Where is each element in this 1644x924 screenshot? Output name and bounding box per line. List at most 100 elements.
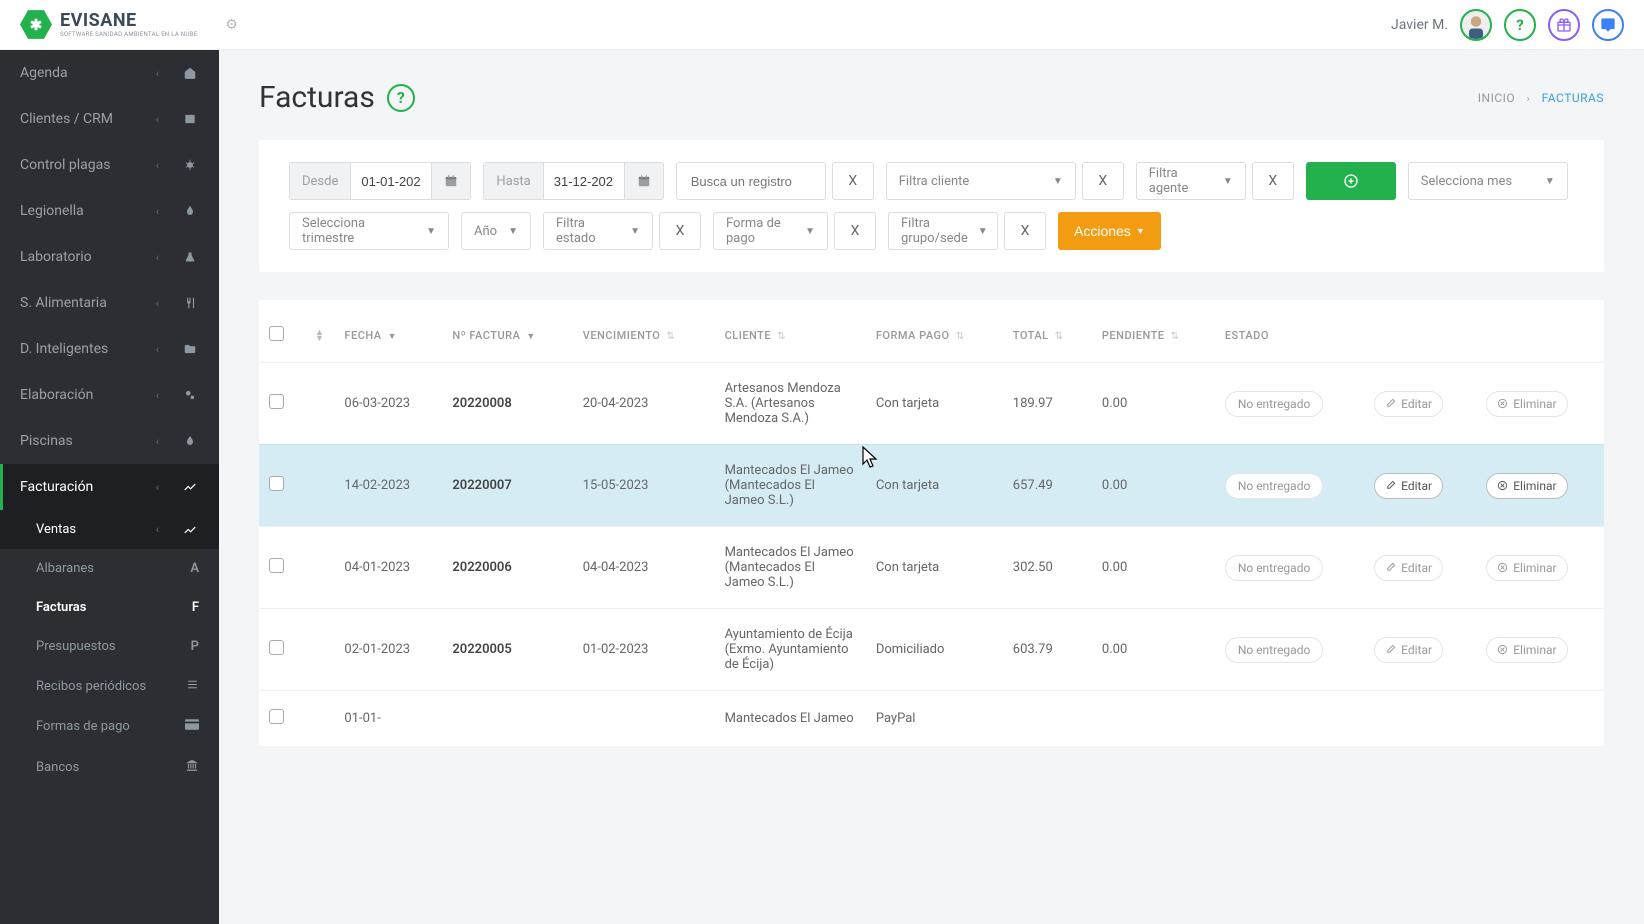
cell-num: 20220008 <box>442 363 572 445</box>
user-avatar[interactable] <box>1460 9 1492 41</box>
col-pendiente[interactable]: PENDIENTE <box>1092 308 1215 363</box>
filter-cliente-dropdown[interactable]: Filtra cliente ▼ <box>886 162 1076 200</box>
col-fecha[interactable]: FECHA <box>334 308 442 363</box>
row-checkbox[interactable] <box>269 558 284 573</box>
help-icon[interactable]: ? <box>1504 9 1536 41</box>
cell-cliente: Mantecados El Jameo <box>715 691 866 747</box>
cell-pago: Con tarjeta <box>866 527 1003 609</box>
cell-pend: 0.00 <box>1092 445 1215 527</box>
add-button[interactable] <box>1306 162 1396 200</box>
list-icon <box>186 678 199 695</box>
clear-grupo-button[interactable]: X <box>1004 212 1046 250</box>
search-input[interactable] <box>676 162 826 200</box>
delete-button[interactable]: Eliminar <box>1486 391 1567 417</box>
nav-laboratorio[interactable]: Laboratorio ‹ <box>0 234 219 280</box>
page-help-icon[interactable]: ? <box>387 84 415 112</box>
cell-pago: Con tarjeta <box>866 363 1003 445</box>
calendar-icon[interactable] <box>624 163 663 199</box>
col-pago[interactable]: FORMA PAGO <box>866 308 1003 363</box>
edit-button[interactable]: Editar <box>1374 637 1443 663</box>
row-checkbox[interactable] <box>269 476 284 491</box>
brand-name: EVISANE <box>60 12 197 30</box>
row-checkbox[interactable] <box>269 640 284 655</box>
clear-pago-button[interactable]: X <box>834 212 876 250</box>
nav-clientes[interactable]: Clientes / CRM ‹ <box>0 96 219 142</box>
nav-inteligentes[interactable]: D. Inteligentes ‹ <box>0 326 219 372</box>
col-factura[interactable]: Nº FACTURA <box>442 308 572 363</box>
cell-cliente: Ayuntamiento de Écija (Exmo. Ayuntamient… <box>715 609 866 691</box>
drop-icon <box>181 204 199 218</box>
delete-button[interactable]: Eliminar <box>1486 637 1567 663</box>
cell-cliente: Mantecados El Jameo (Mantecados El Jameo… <box>715 527 866 609</box>
nav-control-plagas[interactable]: Control plagas ‹ <box>0 142 219 188</box>
cell-num: 20220006 <box>442 527 572 609</box>
select-all-checkbox[interactable] <box>269 326 284 341</box>
col-total[interactable]: TOTAL <box>1003 308 1092 363</box>
clear-search-button[interactable]: X <box>832 162 874 200</box>
drop-icon <box>181 434 199 448</box>
table-row[interactable]: 14-02-2023 20220007 15-05-2023 Mantecado… <box>259 445 1604 527</box>
nav-alimentaria[interactable]: S. Alimentaria ‹ <box>0 280 219 326</box>
nav-bancos[interactable]: Bancos <box>0 746 219 788</box>
table-row[interactable]: 02-01-2023 20220005 01-02-2023 Ayuntamie… <box>259 609 1604 691</box>
filter-mes-dropdown[interactable]: Selecciona mes ▼ <box>1408 162 1568 200</box>
cell-total: 603.79 <box>1003 609 1092 691</box>
breadcrumb-home[interactable]: INICIO <box>1478 91 1515 105</box>
chat-icon[interactable] <box>1592 9 1624 41</box>
utensils-icon <box>181 296 199 310</box>
chevron-left-icon: ‹ <box>156 205 159 218</box>
nav-agenda[interactable]: Agenda ‹ <box>0 50 219 96</box>
cell-estado: No entregado <box>1215 609 1364 691</box>
nav-ventas[interactable]: Ventas ‹ <box>0 510 219 549</box>
filter-anio-dropdown[interactable]: Año ▼ <box>461 212 531 250</box>
calendar-icon[interactable] <box>431 163 470 199</box>
filter-grupo-dropdown[interactable]: Filtra grupo/sede ▼ <box>888 212 998 250</box>
folder-icon <box>181 342 199 356</box>
filter-pago-dropdown[interactable]: Forma de pago ▼ <box>713 212 828 250</box>
filter-agente-dropdown[interactable]: Filtra agente ▼ <box>1136 162 1246 200</box>
edit-button[interactable]: Editar <box>1374 555 1443 581</box>
date-to-input[interactable] <box>544 163 624 199</box>
cell-venc: 01-02-2023 <box>573 609 715 691</box>
user-name: Javier M. <box>1391 17 1448 33</box>
nav-piscinas[interactable]: Piscinas ‹ <box>0 418 219 464</box>
settings-gear-icon[interactable]: ⚙ <box>225 17 238 33</box>
caret-down-icon: ▼ <box>805 226 815 237</box>
to-label: Hasta <box>484 163 543 199</box>
nav-albaranes[interactable]: Albaranes A <box>0 549 219 588</box>
nav-elaboracion[interactable]: Elaboración ‹ <box>0 372 219 418</box>
col-vencimiento[interactable]: VENCIMIENTO <box>573 308 715 363</box>
cell-fecha: 04-01-2023 <box>334 527 442 609</box>
date-from-input[interactable] <box>351 163 431 199</box>
bank-icon <box>185 758 199 776</box>
nav-facturas[interactable]: Facturas F <box>0 588 219 627</box>
clear-agente-button[interactable]: X <box>1252 162 1294 200</box>
col-sort[interactable]: ▲▼ <box>301 308 334 363</box>
edit-button[interactable]: Editar <box>1374 391 1443 417</box>
acciones-button[interactable]: Acciones ▼ <box>1058 212 1161 250</box>
table-row[interactable]: 06-03-2023 20220008 20-04-2023 Artesanos… <box>259 363 1604 445</box>
caret-down-icon: ▼ <box>630 226 640 237</box>
table-row[interactable]: 01-01- Mantecados El Jameo PayPal <box>259 691 1604 747</box>
nav-legionella[interactable]: Legionella ‹ <box>0 188 219 234</box>
filter-trimestre-dropdown[interactable]: Selecciona trimestre ▼ <box>289 212 449 250</box>
filter-estado-dropdown[interactable]: Filtra estado ▼ <box>543 212 653 250</box>
delete-button[interactable]: Eliminar <box>1486 473 1567 499</box>
breadcrumb: INICIO › FACTURAS <box>1478 91 1604 105</box>
nav-recibos[interactable]: Recibos periódicos <box>0 666 219 707</box>
col-cliente[interactable]: CLIENTE <box>715 308 866 363</box>
row-checkbox[interactable] <box>269 394 284 409</box>
nav-presupuestos[interactable]: Presupuestos P <box>0 627 219 666</box>
gift-icon[interactable] <box>1548 9 1580 41</box>
nav-facturacion[interactable]: Facturación ‹ <box>0 464 219 510</box>
clear-cliente-button[interactable]: X <box>1082 162 1124 200</box>
cell-fecha: 02-01-2023 <box>334 609 442 691</box>
cell-venc: 20-04-2023 <box>573 363 715 445</box>
nav-formas-pago[interactable]: Formas de pago <box>0 707 219 746</box>
chevron-left-icon: ‹ <box>156 343 159 356</box>
delete-button[interactable]: Eliminar <box>1486 555 1567 581</box>
clear-estado-button[interactable]: X <box>659 212 701 250</box>
row-checkbox[interactable] <box>269 709 284 724</box>
table-row[interactable]: 04-01-2023 20220006 04-04-2023 Mantecado… <box>259 527 1604 609</box>
edit-button[interactable]: Editar <box>1374 473 1443 499</box>
